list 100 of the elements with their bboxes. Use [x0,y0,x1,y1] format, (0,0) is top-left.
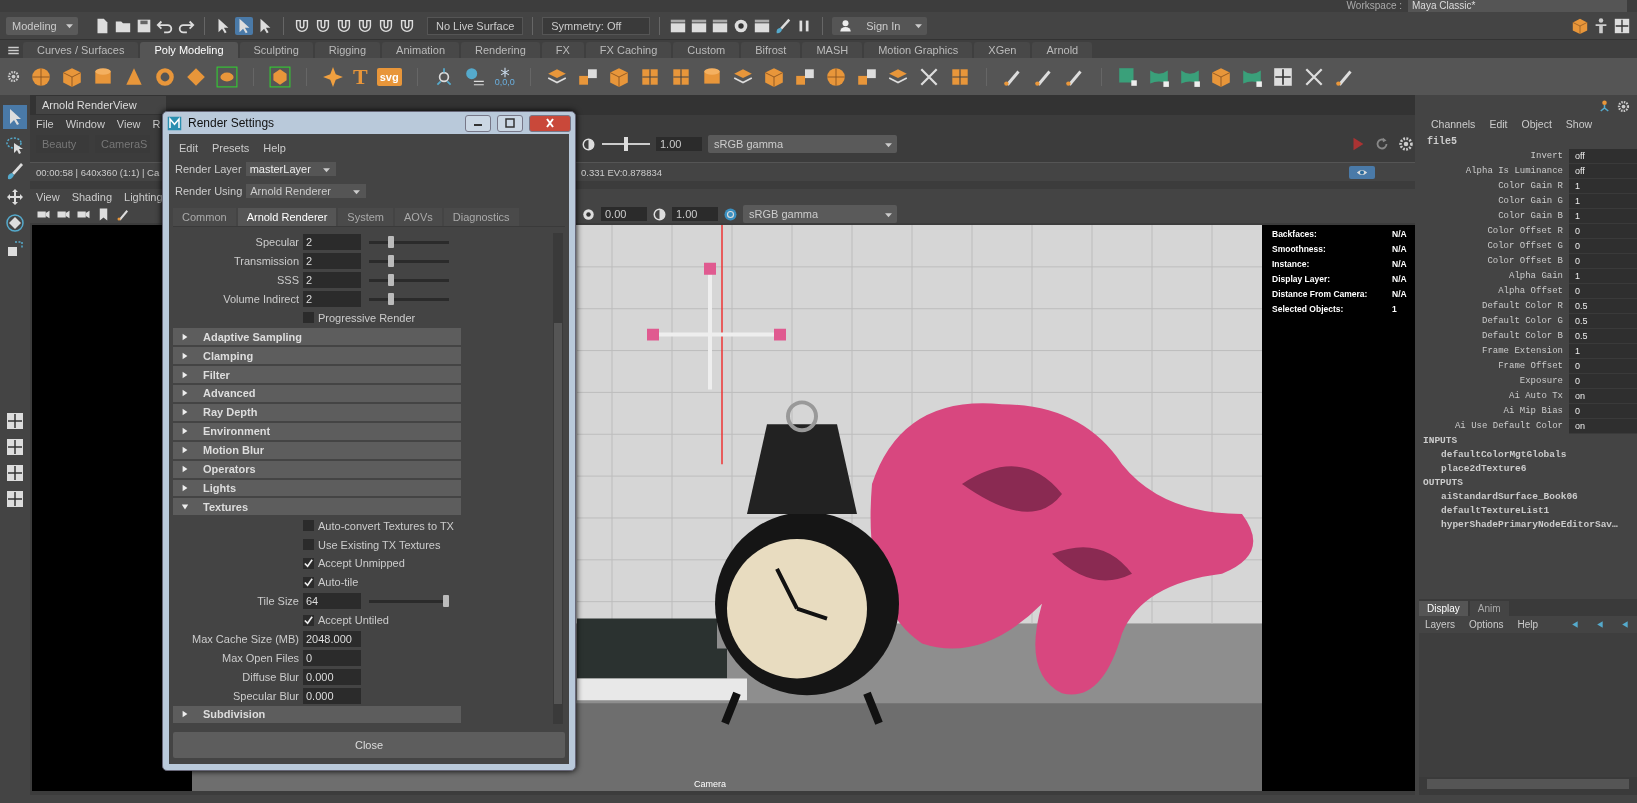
origin-button[interactable]: 0,0,0 [494,66,515,87]
cube-icon[interactable] [607,65,630,88]
attribute-value[interactable]: 1 [1569,209,1637,224]
cube-icon[interactable] [762,65,785,88]
cube-icon[interactable] [61,65,83,88]
menu-item[interactable]: Edit [179,142,198,154]
close-button[interactable] [529,114,571,132]
checkbox[interactable] [303,520,314,532]
exposure-field[interactable]: 1.00 [672,207,718,221]
attribute-value[interactable]: 0.5 [1569,314,1637,329]
close-button[interactable]: Close [173,732,565,758]
cube-icon[interactable] [1209,65,1232,88]
menu-item[interactable]: Shading [71,191,113,203]
menu-item[interactable]: Window [65,117,105,130]
live-surface-field[interactable]: No Live Surface [427,16,524,35]
attribute-value[interactable]: on [1569,389,1637,404]
settings-icon[interactable] [6,69,21,84]
maximize-button[interactable] [497,114,523,132]
slider-thumb[interactable] [387,236,394,249]
section-header[interactable]: Lights [173,479,461,497]
layout-icon[interactable] [5,411,25,431]
menu-item[interactable]: Show [1565,118,1593,130]
slider-thumb[interactable] [624,137,628,151]
attribute-value[interactable]: 0 [1569,254,1637,269]
section-header[interactable]: Motion Blur [173,441,461,459]
shelf-tab[interactable]: XGen [974,42,1031,58]
attribute-value[interactable]: 0 [1569,239,1637,254]
settings-icon[interactable] [1397,135,1415,153]
workspace-dropdown[interactable]: Maya Classic* [1408,0,1627,12]
scrollbar[interactable] [553,233,563,724]
shelf-tab[interactable]: Poly Modeling [140,42,238,58]
menu-item[interactable]: Layers [1425,619,1455,630]
menu-item[interactable]: Object [1521,118,1552,130]
polyhedron-icon[interactable] [269,65,291,88]
shelf-tab[interactable]: Rigging [314,42,381,58]
attribute-value[interactable]: 0 [1569,284,1637,299]
shelf-tab[interactable]: Sculpting [239,42,313,58]
menu-item[interactable]: View [116,117,141,130]
layout-icon[interactable] [1613,16,1631,35]
node-link[interactable]: defaultColorMgtGlobals [1423,448,1637,462]
attribute-value[interactable]: off [1569,164,1637,179]
menu-item[interactable]: Options [1469,619,1504,630]
sphere-icon[interactable] [30,65,52,88]
scrollbar[interactable] [1427,779,1629,789]
shelf-tab[interactable]: FX Caching [585,42,672,58]
slider-thumb[interactable] [387,255,394,268]
cursor-icon[interactable] [235,16,253,35]
value-field[interactable]: 2 [303,234,361,251]
checkbox[interactable] [303,614,314,626]
exposure-field[interactable]: 1.00 [656,137,702,151]
shelf-tab[interactable]: Arnold [1032,42,1093,58]
menu-item[interactable]: File [36,117,54,130]
menu-item[interactable]: Edit [1489,118,1508,130]
brush-icon[interactable] [774,16,793,35]
minimize-button[interactable] [465,114,491,132]
value-field[interactable]: 2 [303,272,361,289]
node-link[interactable]: hyperShadePrimaryNodeEditorSav… [1423,518,1637,532]
shelf-tab[interactable]: Rendering [461,42,540,58]
section-header[interactable]: Operators [173,460,461,478]
settings-tab[interactable]: System [338,208,394,226]
shelf-tab[interactable]: Custom [673,42,740,58]
checkbox[interactable] [303,312,314,324]
settings-tab[interactable]: Common [173,208,236,226]
arrow-icon[interactable] [1570,619,1581,630]
slider-thumb[interactable] [443,595,449,608]
menu-item[interactable]: View [36,191,60,203]
section-header[interactable]: Adaptive Sampling [173,328,461,346]
sphere-icon[interactable] [824,65,847,88]
menu-item[interactable]: Help [263,142,286,154]
render-layer-dropdown[interactable]: masterLayer [245,162,336,176]
checkbox[interactable] [303,576,314,588]
attribute-value[interactable]: 0 [1569,359,1637,374]
section-header[interactable]: Filter [173,366,461,384]
gear-icon[interactable] [1616,99,1631,114]
settings-tab[interactable]: AOVs [395,208,442,226]
attribute-value[interactable]: on [1569,419,1637,434]
shelf-tab[interactable]: Motion Graphics [864,42,973,58]
layout-icon[interactable] [5,437,25,457]
gamma-field[interactable]: 0.00 [601,207,647,221]
move-icon[interactable] [5,187,25,207]
checker-icon[interactable] [1271,65,1294,88]
node-link[interactable]: defaultTextureList1 [1423,504,1637,518]
color-space-dropdown[interactable]: sRGB gamma [708,135,897,153]
attribute-value[interactable]: 1 [1569,269,1637,284]
value-field[interactable]: 2048.000 [303,630,361,647]
attribute-value[interactable]: 0 [1569,404,1637,419]
layout-icon[interactable] [5,463,25,483]
mode-dropdown[interactable]: Modeling [6,16,78,35]
menu-item[interactable]: Help [1517,619,1539,630]
layout-icon[interactable] [5,489,25,509]
layer-tab[interactable]: Display [1419,601,1468,616]
square-icon[interactable] [1116,65,1139,88]
eye-icon[interactable] [1349,165,1375,179]
value-field[interactable]: 0.000 [303,687,361,704]
renderer-dropdown[interactable]: Arnold Renderer [246,184,367,198]
section-header[interactable]: Subdivision [173,706,461,723]
select-icon[interactable] [3,105,27,129]
section-header[interactable]: Clamping [173,347,461,365]
value-field[interactable]: 64 [303,593,361,610]
attribute-value[interactable]: 0 [1569,224,1637,239]
